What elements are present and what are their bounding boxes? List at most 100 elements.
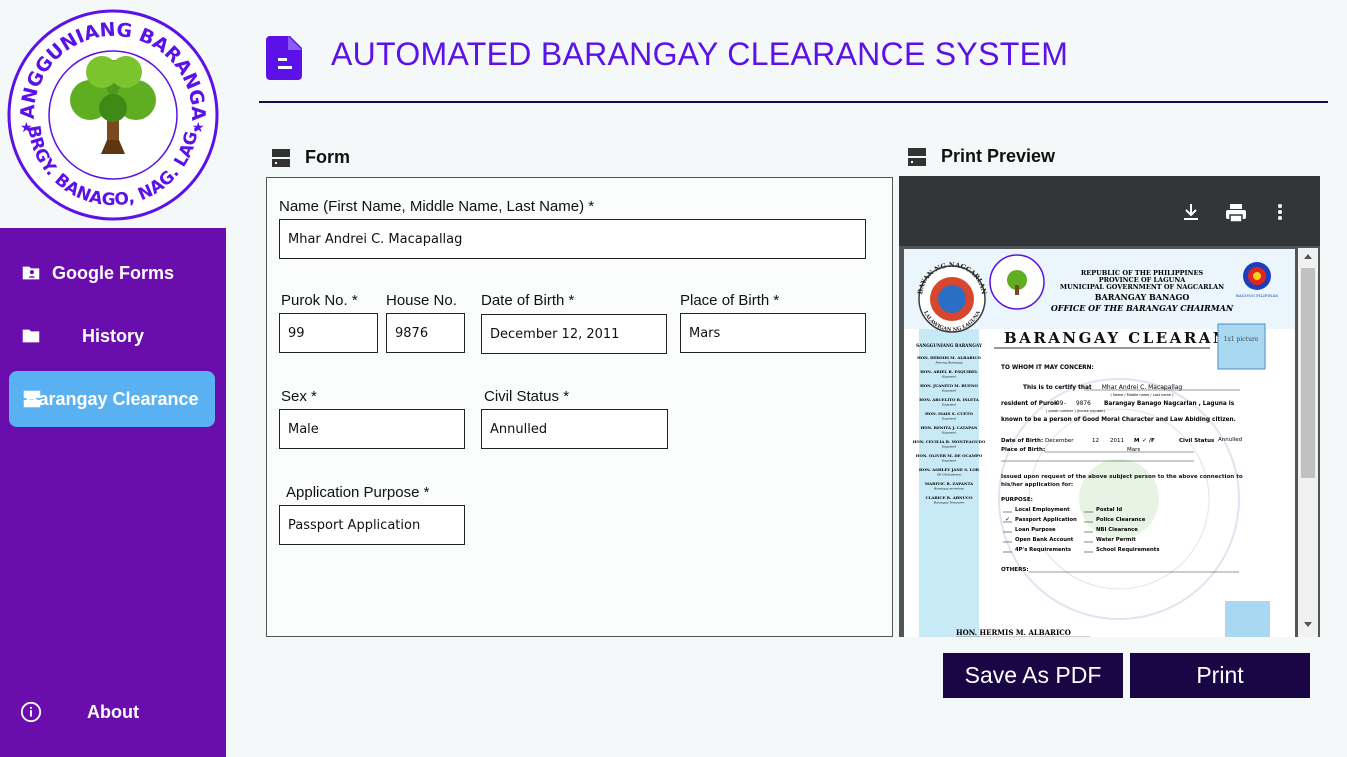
civil-status-label: Civil Status *	[484, 388, 570, 405]
doc-official-role: Punong Barangay	[934, 361, 962, 365]
preview-section-header: Print Preview	[907, 146, 1055, 167]
form-panel: Name (First Name, Middle Name, Last Name…	[266, 177, 893, 637]
svg-text:-: -	[1064, 401, 1066, 407]
sidebar-item-google-forms[interactable]: Google Forms	[0, 245, 226, 301]
doc-purpose-item: NBI Clearance	[1096, 527, 1138, 533]
sidebar: Google Forms History Barangay Clearance …	[0, 228, 226, 757]
pob-label: Place of Birth *	[680, 292, 780, 309]
sidebar-item-label: About	[87, 701, 139, 722]
doc-sex-check: ✓	[1142, 437, 1147, 444]
doc-issued: Issued upon request of the above subject…	[1001, 474, 1243, 489]
doc-purpose-item: 4P's Requirements	[1015, 547, 1071, 553]
more-options-icon[interactable]	[1270, 202, 1290, 222]
doc-certify: This is to certify that	[1023, 385, 1092, 391]
doc-cert-name: Mhar Andrei C. Macapallag	[1102, 384, 1183, 391]
doc-pob-label: Place of Birth:	[1001, 447, 1045, 453]
doc-official-name: HON. JUANITO M. BUENO	[920, 383, 978, 388]
doc-dob-label: Date of Birth:	[1001, 438, 1043, 444]
doc-municipal: MUNICIPAL GOVERNMENT OF NAGCARLAN	[1060, 283, 1224, 291]
doc-purpose-item: Open Bank Account	[1015, 537, 1074, 543]
pob-field[interactable]: Mars	[680, 313, 866, 353]
sex-label: Sex *	[281, 388, 317, 405]
doc-official-name: CLARICE R. ABNUCO	[925, 495, 973, 500]
sidebar-item-label: Google Forms	[51, 262, 174, 283]
purpose-field[interactable]: Passport Application	[279, 505, 465, 545]
print-button[interactable]: Print	[1130, 653, 1310, 698]
doc-purpose-item: School Requirements	[1096, 547, 1160, 553]
preview-section-title: Print Preview	[941, 146, 1056, 166]
print-icon[interactable]	[1225, 202, 1247, 224]
civil-status-field[interactable]: Annulled	[481, 409, 668, 449]
doc-dob-year: 2011	[1110, 438, 1124, 444]
doc-purok-hint: ( purok number ) (house number)	[1046, 409, 1106, 413]
doc-official-name: HON. OLIVER M. DE OCAMPO	[916, 453, 983, 458]
doc-purpose-item: Loan Purpose	[1015, 527, 1056, 533]
logo-area: SANGGUNIANG BARANGAY BRGY. BANAGO, NAG. …	[0, 0, 226, 228]
svg-text:★: ★	[20, 119, 33, 135]
dob-label: Date of Birth *	[481, 292, 575, 309]
doc-dob-month: December	[1045, 438, 1074, 444]
preview-scroll-thumb[interactable]	[1301, 268, 1315, 478]
doc-official-role: Kagawad	[941, 445, 956, 449]
doc-to-whom: TO WHOM IT MAY CONCERN:	[1001, 365, 1094, 371]
document-icon	[266, 36, 302, 80]
doc-resident-rest: Barangay Banago Nagcarlan , Laguna is	[1104, 401, 1235, 407]
name-label: Name (First Name, Middle Name, Last Name…	[279, 198, 595, 215]
house-field[interactable]: 9876	[386, 313, 465, 353]
doc-official-role: Kagawad	[941, 375, 956, 379]
download-icon[interactable]	[1181, 202, 1201, 222]
doc-office: OFFICE OF THE BARANGAY CHAIRMAN	[1051, 303, 1234, 313]
doc-sex-f: /F	[1149, 438, 1155, 444]
sidebar-item-about[interactable]: About	[0, 684, 226, 740]
sex-field[interactable]: Male	[279, 409, 465, 449]
dob-field[interactable]: December 12, 2011	[481, 314, 667, 354]
doc-official-role: SK Chairperson	[937, 473, 961, 477]
save-as-pdf-button[interactable]: Save As PDF	[943, 653, 1123, 698]
purok-label: Purok No. *	[281, 292, 358, 309]
purok-field[interactable]: 99	[279, 313, 378, 353]
clearance-document-render: BAYAN NG NAGCARLAN LALAWIGAN NG LAGUNA R…	[904, 249, 1295, 637]
svg-text:★: ★	[192, 119, 205, 135]
doc-sidebar-title: SANGGUNIANG BARANGAY	[916, 343, 983, 348]
doc-dob-day: 12	[1092, 438, 1099, 444]
doc-purpose-label: PURPOSE:	[1001, 497, 1033, 503]
sidebar-item-barangay-clearance[interactable]: Barangay Clearance	[9, 371, 215, 427]
doc-name-hint: ( Name / Middle name / Last name )	[1110, 393, 1174, 397]
doc-house: 9876	[1076, 401, 1091, 407]
doc-official-name: HON. ARCELITO R. ISLETA	[919, 397, 980, 402]
house-label: House No.	[386, 292, 457, 309]
doc-resident-of: resident of Purok	[1001, 401, 1058, 407]
doc-official-role: Kagawad	[941, 417, 956, 421]
form-icon	[272, 148, 290, 167]
print-preview: BAYAN NG NAGCARLAN LALAWIGAN NG LAGUNA R…	[899, 176, 1320, 637]
doc-official-name: HON. HERMIS M. ALBARICO	[917, 355, 981, 360]
barangay-logo: SANGGUNIANG BARANGAY BRGY. BANAGO, NAG. …	[6, 8, 219, 221]
scroll-up-icon[interactable]	[1303, 252, 1313, 260]
form-section-header: Form	[271, 147, 350, 168]
scroll-down-icon[interactable]	[1303, 621, 1313, 629]
doc-purok: 99	[1056, 401, 1064, 407]
pdf-toolbar	[899, 176, 1320, 246]
doc-purpose-item: Police Clearance	[1096, 517, 1146, 523]
doc-official-role: Kagawad	[941, 403, 956, 407]
sidebar-item-history[interactable]: History	[0, 308, 226, 364]
preview-scrollbar[interactable]	[1298, 248, 1318, 637]
doc-sex-m: M	[1134, 438, 1139, 444]
doc-official-role: Kagawad	[941, 431, 956, 435]
name-field[interactable]: Mhar Andrei C. Macapallag	[279, 219, 866, 259]
doc-civil-label: Civil Status	[1179, 438, 1215, 444]
form-icon	[908, 147, 926, 166]
doc-official-name: HON. BENITA J. CATAPAN	[921, 425, 978, 430]
sidebar-item-label: History	[81, 325, 144, 346]
app-title: AUTOMATED BARANGAY CLEARANCE SYSTEM	[331, 36, 1069, 72]
sidebar-item-label: Barangay Clearance	[25, 388, 199, 409]
doc-official-name: MARIVIC R. ZAPANTA	[925, 481, 974, 486]
doc-others: OTHERS:	[1001, 567, 1029, 573]
doc-barangay: BARANGAY BANAGO	[1095, 292, 1190, 302]
doc-purpose-check: ✓	[1005, 516, 1010, 523]
doc-purpose-item: Water Permit	[1096, 537, 1136, 543]
doc-official-role: Kagawad	[941, 459, 956, 463]
doc-purpose-item: Local Employment	[1015, 507, 1070, 513]
doc-official-name: HON. ISAIS S. CUETO	[925, 411, 973, 416]
doc-photo-label: 1x1 picture	[1224, 336, 1259, 343]
